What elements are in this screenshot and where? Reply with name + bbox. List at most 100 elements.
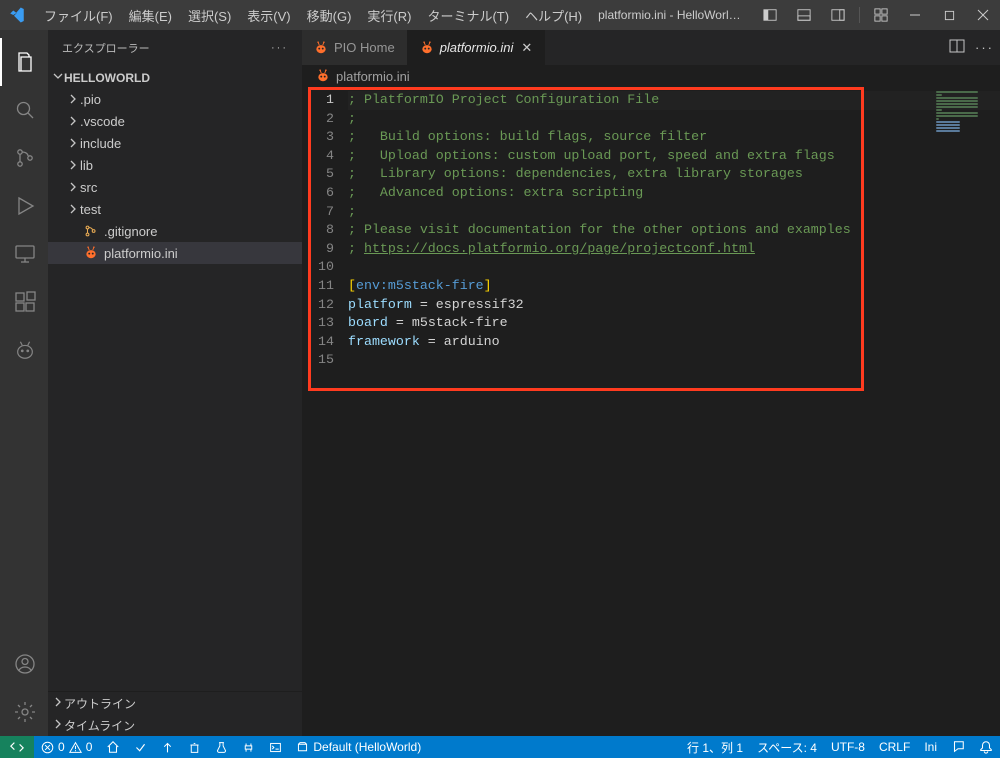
menu-item[interactable]: 表示(V) [239,2,298,29]
titlebar: ファイル(F)編集(E)選択(S)表示(V)移動(G)実行(R)ターミナル(T)… [0,0,1000,30]
tree-item-label: .gitignore [104,224,157,239]
chevron-right-icon [66,137,80,149]
menu-item[interactable]: 移動(G) [299,2,360,29]
accounts-activity-icon[interactable] [0,640,48,688]
sidebar-more-icon[interactable]: ··· [271,42,288,54]
encoding-status[interactable]: UTF-8 [824,736,872,758]
source-control-activity-icon[interactable] [0,134,48,182]
sidebar-header: エクスプローラー ··· [48,30,302,65]
language-mode[interactable]: Ini [917,736,944,758]
vscode-logo-icon [8,6,26,24]
platformio-activity-icon[interactable] [0,326,48,374]
run-debug-activity-icon[interactable] [0,182,48,230]
layout-bottom-icon[interactable] [787,0,821,30]
explorer-sidebar: エクスプローラー ··· HELLOWORLD .pio .vscode inclu… [48,30,302,736]
warnings-count: 0 [86,740,93,754]
menu-item[interactable]: ターミナル(T) [419,2,517,29]
indentation-status[interactable]: スペース: 4 [750,736,824,758]
remote-explorer-activity-icon[interactable] [0,230,48,278]
close-tab-icon[interactable]: ✕ [521,40,532,56]
pio-test-status-icon[interactable] [208,736,235,758]
layout-left-icon[interactable] [753,0,787,30]
breadcrumb-label: platformio.ini [336,69,410,84]
cursor-position[interactable]: 行 1、列 1 [680,736,750,758]
tree-folder[interactable]: test [48,198,302,220]
extensions-activity-icon[interactable] [0,278,48,326]
search-activity-icon[interactable] [0,86,48,134]
remote-indicator[interactable] [0,736,34,758]
errors-count: 0 [58,740,65,754]
menu-item[interactable]: ヘルプ(H) [517,2,590,29]
sidebar-panel-header[interactable]: タイムライン [48,714,302,736]
layout-right-icon[interactable] [821,0,855,30]
tab-actions: ··· [949,30,1000,65]
tree-item-label: .vscode [80,114,125,129]
tree-item-label: include [80,136,121,151]
menu-item[interactable]: ファイル(F) [36,2,121,29]
tree-folder[interactable]: lib [48,154,302,176]
code-editor[interactable]: 123456789101112131415 ; PlatformIO Proje… [302,87,1000,370]
eol-status[interactable]: CRLF [872,736,917,758]
title-controls [753,0,1000,30]
panel-label: アウトライン [64,695,136,712]
chevron-right-icon [66,115,80,127]
chevron-right-icon [52,696,64,711]
menu-item[interactable]: 選択(S) [180,2,239,29]
pio-clean-status-icon[interactable] [181,736,208,758]
menu-item[interactable]: 編集(E) [121,2,180,29]
tree-folder[interactable]: include [48,132,302,154]
layout-grid-icon[interactable] [864,0,898,30]
tree-item-label: .pio [80,92,101,107]
tab-label: PIO Home [334,40,395,55]
tree-item-label: test [80,202,101,217]
minimize-button[interactable] [898,0,932,30]
status-errors[interactable]: 0 0 [34,736,99,758]
maximize-button[interactable] [932,0,966,30]
tree-folder[interactable]: src [48,176,302,198]
explorer-activity-icon[interactable] [0,38,48,86]
notifications-icon[interactable] [972,736,1000,758]
pio-home-status-icon[interactable] [99,736,127,758]
menu-item[interactable]: 実行(R) [359,2,419,29]
pio-monitor-status-icon[interactable] [235,736,262,758]
git-file-icon [82,224,100,238]
pio-file-icon [314,41,328,55]
close-button[interactable] [966,0,1000,30]
pio-env-switcher[interactable]: Default (HelloWorld) [289,736,428,758]
pio-upload-status-icon[interactable] [154,736,181,758]
feedback-icon[interactable] [944,736,972,758]
more-actions-icon[interactable]: ··· [975,40,994,55]
editor-tab[interactable]: platformio.ini ✕ [408,30,546,65]
tree-item-label: src [80,180,97,195]
tree-folder[interactable]: .pio [48,88,302,110]
tree-item-label: platformio.ini [104,246,178,261]
tree-file[interactable]: .gitignore [48,220,302,242]
pio-file-icon [316,69,330,83]
tree-folder[interactable]: .vscode [48,110,302,132]
tree-file[interactable]: platformio.ini [48,242,302,264]
file-tree: .pio .vscode include lib src test.gitignore pl… [48,88,302,264]
minimap[interactable] [936,91,996,141]
editor-area: PIO Home platformio.ini ✕ ··· platformio.i… [302,30,1000,736]
project-header[interactable]: HELLOWORLD [48,67,302,88]
sidebar-title: エクスプローラー [62,40,150,56]
split-editor-icon[interactable] [949,38,965,57]
pio-terminal-status-icon[interactable] [262,736,289,758]
breadcrumb[interactable]: platformio.ini [302,65,1000,87]
settings-gear-icon[interactable] [0,688,48,736]
tree-item-label: lib [80,158,93,173]
chevron-down-icon [52,70,64,85]
chevron-right-icon [66,93,80,105]
editor-tab[interactable]: PIO Home [302,30,408,65]
chevron-right-icon [66,159,80,171]
activity-bar [0,30,48,736]
chevron-right-icon [52,718,64,733]
line-gutter: 123456789101112131415 [302,91,348,370]
pio-build-status-icon[interactable] [127,736,154,758]
panel-label: タイムライン [64,717,135,734]
tab-label: platformio.ini [440,40,514,55]
statusbar: 0 0 Default (HelloWorld) 行 1、列 1 スペース: 4… [0,736,1000,758]
sidebar-panel-header[interactable]: アウトライン [48,692,302,714]
project-name: HELLOWORLD [64,71,150,85]
code-content[interactable]: ; PlatformIO Project Configuration File;… [348,91,1000,370]
